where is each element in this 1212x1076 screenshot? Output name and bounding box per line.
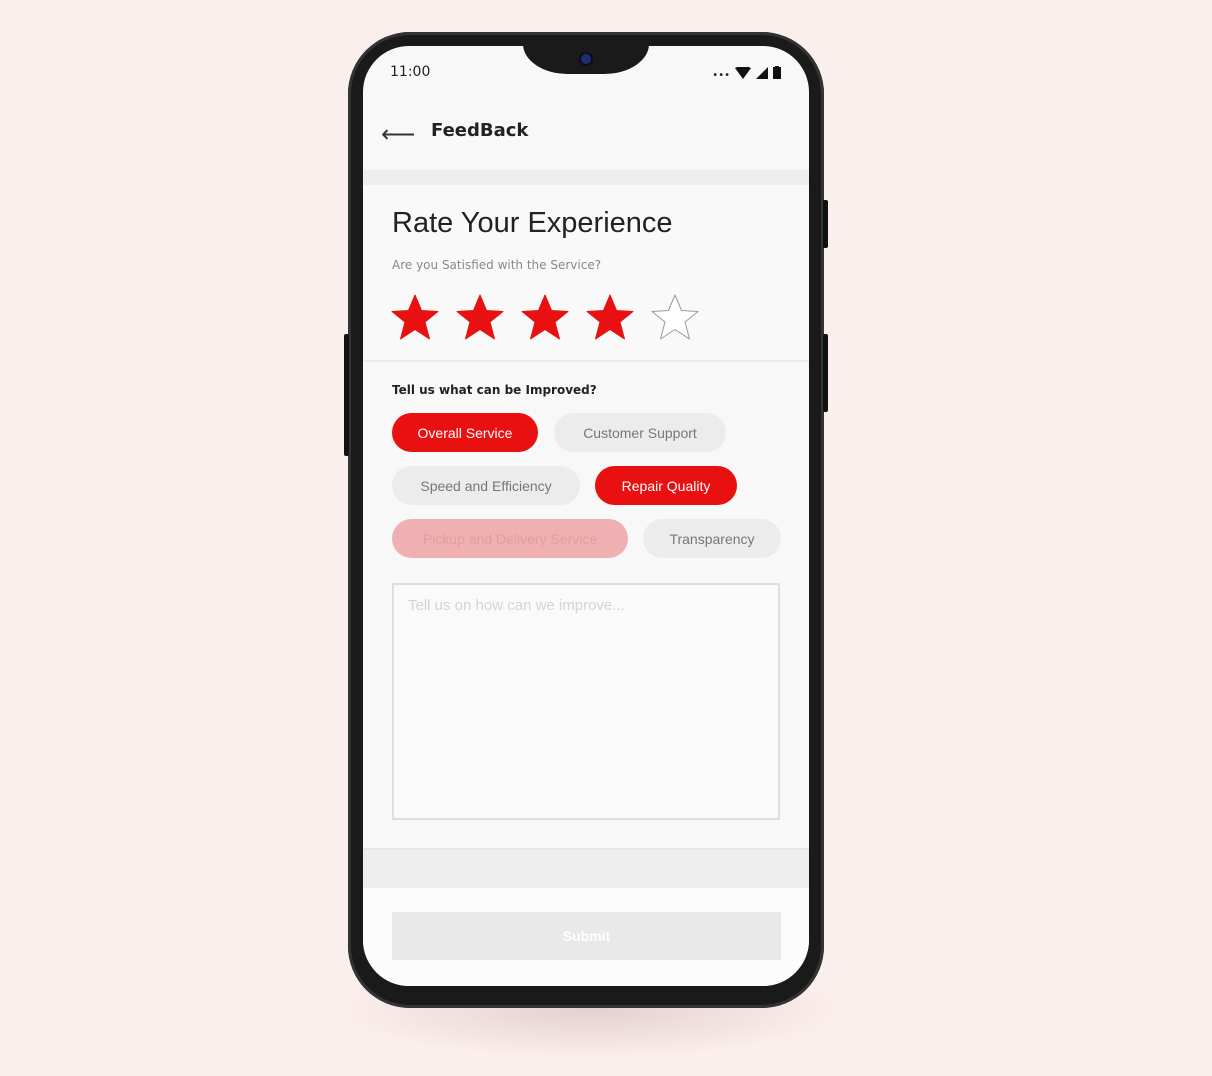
side-button xyxy=(823,334,828,412)
power-button xyxy=(823,200,828,248)
star-rating[interactable] xyxy=(390,293,700,343)
submit-button[interactable]: Submit xyxy=(392,912,781,960)
divider-band xyxy=(363,170,809,185)
divider-band-bottom xyxy=(363,848,809,888)
chip-speed-efficiency[interactable]: Speed and Efficiency xyxy=(392,466,580,505)
star-filled-icon[interactable] xyxy=(390,293,440,343)
star-empty-icon[interactable] xyxy=(650,293,700,343)
arrow-left-icon[interactable]: ⟵ xyxy=(381,120,415,148)
star-filled-icon[interactable] xyxy=(520,293,570,343)
footer: Submit xyxy=(363,888,809,986)
notch xyxy=(523,46,649,74)
status-icons: ••• xyxy=(712,66,781,81)
rating-subtitle: Are you Satisfied with the Service? xyxy=(392,258,602,272)
camera xyxy=(579,52,593,66)
chip-customer-support[interactable]: Customer Support xyxy=(554,413,726,452)
app-screen: 11:00 ••• ⟵ FeedBack Rate Your Experienc… xyxy=(363,46,809,986)
chip-repair-quality[interactable]: Repair Quality xyxy=(595,466,737,505)
rating-title: Rate Your Experience xyxy=(392,207,673,239)
wifi-icon xyxy=(735,67,751,79)
improve-label: Tell us what can be Improved? xyxy=(392,383,597,397)
status-time: 11:00 xyxy=(390,64,431,80)
chip-transparency[interactable]: Transparency xyxy=(643,519,781,558)
rating-section: Rate Your Experience Are you Satisfied w… xyxy=(363,185,809,362)
chip-overall-service[interactable]: Overall Service xyxy=(392,413,538,452)
page-title: FeedBack xyxy=(431,120,529,141)
star-filled-icon[interactable] xyxy=(585,293,635,343)
dots-icon: ••• xyxy=(712,70,730,81)
app-header: ⟵ FeedBack xyxy=(363,106,809,170)
chip-pickup-delivery[interactable]: Pickup and Delivery Service xyxy=(392,519,628,558)
battery-icon xyxy=(773,66,781,79)
feedback-textarea[interactable] xyxy=(392,583,780,820)
signal-icon xyxy=(756,67,768,79)
volume-button xyxy=(344,334,349,456)
star-filled-icon[interactable] xyxy=(455,293,505,343)
